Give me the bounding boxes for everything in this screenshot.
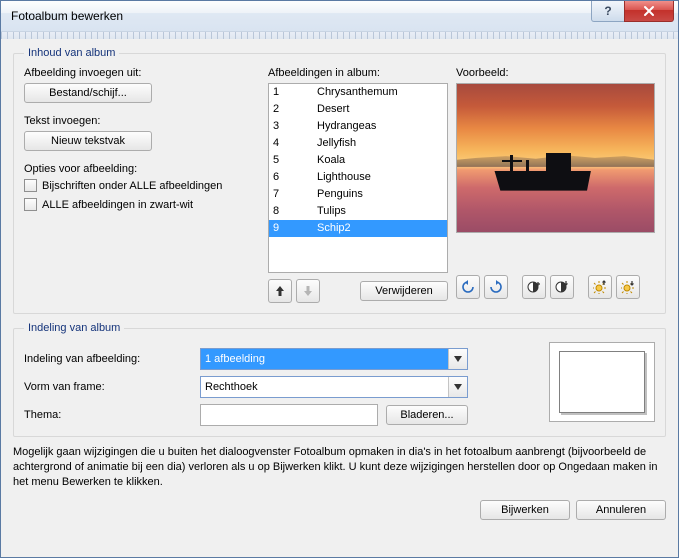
rotate-left-icon bbox=[461, 280, 475, 294]
insert-image-label: Afbeelding invoegen uit: bbox=[24, 67, 260, 79]
brightness-down-icon bbox=[621, 280, 635, 294]
list-item[interactable]: 5Koala bbox=[269, 152, 447, 169]
cancel-button[interactable]: Annuleren bbox=[576, 500, 666, 520]
list-item[interactable]: 3Hydrangeas bbox=[269, 118, 447, 135]
brightness-down-button[interactable] bbox=[616, 275, 640, 299]
move-up-button[interactable] bbox=[268, 279, 292, 303]
rotate-right-button[interactable] bbox=[484, 275, 508, 299]
dialog-client: Inhoud van album Afbeelding invoegen uit… bbox=[1, 39, 678, 557]
file-disk-button[interactable]: Bestand/schijf... bbox=[24, 83, 152, 103]
warning-note: Mogelijk gaan wijzigingen die u buiten h… bbox=[13, 445, 666, 490]
list-item-number: 8 bbox=[273, 204, 317, 219]
dropdown-arrow-icon bbox=[448, 349, 467, 369]
options-label: Opties voor afbeelding: bbox=[24, 163, 260, 175]
frame-shape-label: Vorm van frame: bbox=[24, 381, 200, 393]
list-item[interactable]: 9Schip2 bbox=[269, 220, 447, 237]
album-content-group: Inhoud van album Afbeelding invoegen uit… bbox=[13, 47, 666, 314]
rotate-right-icon bbox=[489, 280, 503, 294]
slide-icon bbox=[559, 351, 645, 413]
help-icon: ? bbox=[604, 4, 611, 18]
remove-button[interactable]: Verwijderen bbox=[360, 281, 448, 301]
captions-option[interactable]: Bijschriften onder ALLE afbeeldingen bbox=[24, 179, 260, 192]
list-item-name: Chrysanthemum bbox=[317, 85, 398, 100]
help-button[interactable]: ? bbox=[591, 1, 625, 22]
preview-label: Voorbeeld: bbox=[456, 67, 655, 79]
list-item-number: 3 bbox=[273, 119, 317, 134]
list-item-number: 7 bbox=[273, 187, 317, 202]
captions-label: Bijschriften onder ALLE afbeeldingen bbox=[42, 180, 222, 192]
bw-label: ALLE afbeeldingen in zwart-wit bbox=[42, 199, 193, 211]
right-column: Voorbeeld: bbox=[456, 67, 655, 303]
album-layout-group: Indeling van album Indeling van afbeeldi… bbox=[13, 322, 666, 437]
layout-thumbnail bbox=[549, 342, 655, 422]
album-content-legend: Inhoud van album bbox=[24, 47, 119, 59]
titlebar-buttons: ? bbox=[591, 1, 678, 31]
list-item[interactable]: 7Penguins bbox=[269, 186, 447, 203]
list-item-number: 1 bbox=[273, 85, 317, 100]
list-item-name: Schip2 bbox=[317, 221, 351, 236]
center-column: Afbeeldingen in album: 1Chrysanthemum2De… bbox=[268, 67, 448, 303]
list-item-name: Tulips bbox=[317, 204, 346, 219]
bw-checkbox[interactable] bbox=[24, 198, 37, 211]
list-item[interactable]: 4Jellyfish bbox=[269, 135, 447, 152]
list-item-name: Jellyfish bbox=[317, 136, 356, 151]
brightness-up-button[interactable] bbox=[588, 275, 612, 299]
preview-image bbox=[457, 84, 654, 232]
list-item[interactable]: 1Chrysanthemum bbox=[269, 84, 447, 101]
theme-label: Thema: bbox=[24, 409, 200, 421]
close-icon bbox=[643, 5, 655, 17]
update-button[interactable]: Bijwerken bbox=[480, 500, 570, 520]
move-down-icon bbox=[303, 285, 313, 297]
list-item-number: 5 bbox=[273, 153, 317, 168]
captions-checkbox[interactable] bbox=[24, 179, 37, 192]
list-item-number: 6 bbox=[273, 170, 317, 185]
brightness-up-icon bbox=[593, 280, 607, 294]
list-item-number: 9 bbox=[273, 221, 317, 236]
rotate-left-button[interactable] bbox=[456, 275, 480, 299]
album-listbox[interactable]: 1Chrysanthemum2Desert3Hydrangeas4Jellyfi… bbox=[268, 83, 448, 273]
contrast-down-icon bbox=[555, 280, 569, 294]
theme-input[interactable] bbox=[200, 404, 378, 426]
browse-button[interactable]: Bladeren... bbox=[386, 405, 468, 425]
titlebar: Fotoalbum bewerken ? bbox=[1, 1, 678, 32]
list-item-number: 4 bbox=[273, 136, 317, 151]
bw-option[interactable]: ALLE afbeeldingen in zwart-wit bbox=[24, 198, 260, 211]
list-item[interactable]: 8Tulips bbox=[269, 203, 447, 220]
contrast-down-button[interactable] bbox=[550, 275, 574, 299]
list-item[interactable]: 2Desert bbox=[269, 101, 447, 118]
dropdown-arrow-icon bbox=[448, 377, 467, 397]
window-title: Fotoalbum bewerken bbox=[11, 9, 591, 23]
preview-frame bbox=[456, 83, 655, 233]
list-item[interactable]: 6Lighthouse bbox=[269, 169, 447, 186]
list-item-name: Lighthouse bbox=[317, 170, 371, 185]
list-item-name: Koala bbox=[317, 153, 345, 168]
insert-text-label: Tekst invoegen: bbox=[24, 115, 260, 127]
contrast-up-icon bbox=[527, 280, 541, 294]
album-layout-legend: Indeling van album bbox=[24, 322, 124, 334]
list-item-name: Desert bbox=[317, 102, 349, 117]
picture-layout-label: Indeling van afbeelding: bbox=[24, 353, 200, 365]
left-column: Afbeelding invoegen uit: Bestand/schijf.… bbox=[24, 67, 260, 303]
list-item-name: Penguins bbox=[317, 187, 363, 202]
photo-album-dialog: Fotoalbum bewerken ? Inhoud van album Af… bbox=[0, 0, 679, 558]
album-list-label: Afbeeldingen in album: bbox=[268, 67, 448, 79]
close-button[interactable] bbox=[624, 1, 674, 22]
contrast-up-button[interactable] bbox=[522, 275, 546, 299]
move-down-button[interactable] bbox=[296, 279, 320, 303]
frame-shape-value: Rechthoek bbox=[201, 377, 448, 397]
list-item-number: 2 bbox=[273, 102, 317, 117]
picture-layout-value: 1 afbeelding bbox=[201, 349, 448, 369]
new-textbox-button[interactable]: Nieuw tekstvak bbox=[24, 131, 152, 151]
picture-layout-combo[interactable]: 1 afbeelding bbox=[200, 348, 468, 370]
frame-shape-combo[interactable]: Rechthoek bbox=[200, 376, 468, 398]
move-up-icon bbox=[275, 285, 285, 297]
list-item-name: Hydrangeas bbox=[317, 119, 376, 134]
